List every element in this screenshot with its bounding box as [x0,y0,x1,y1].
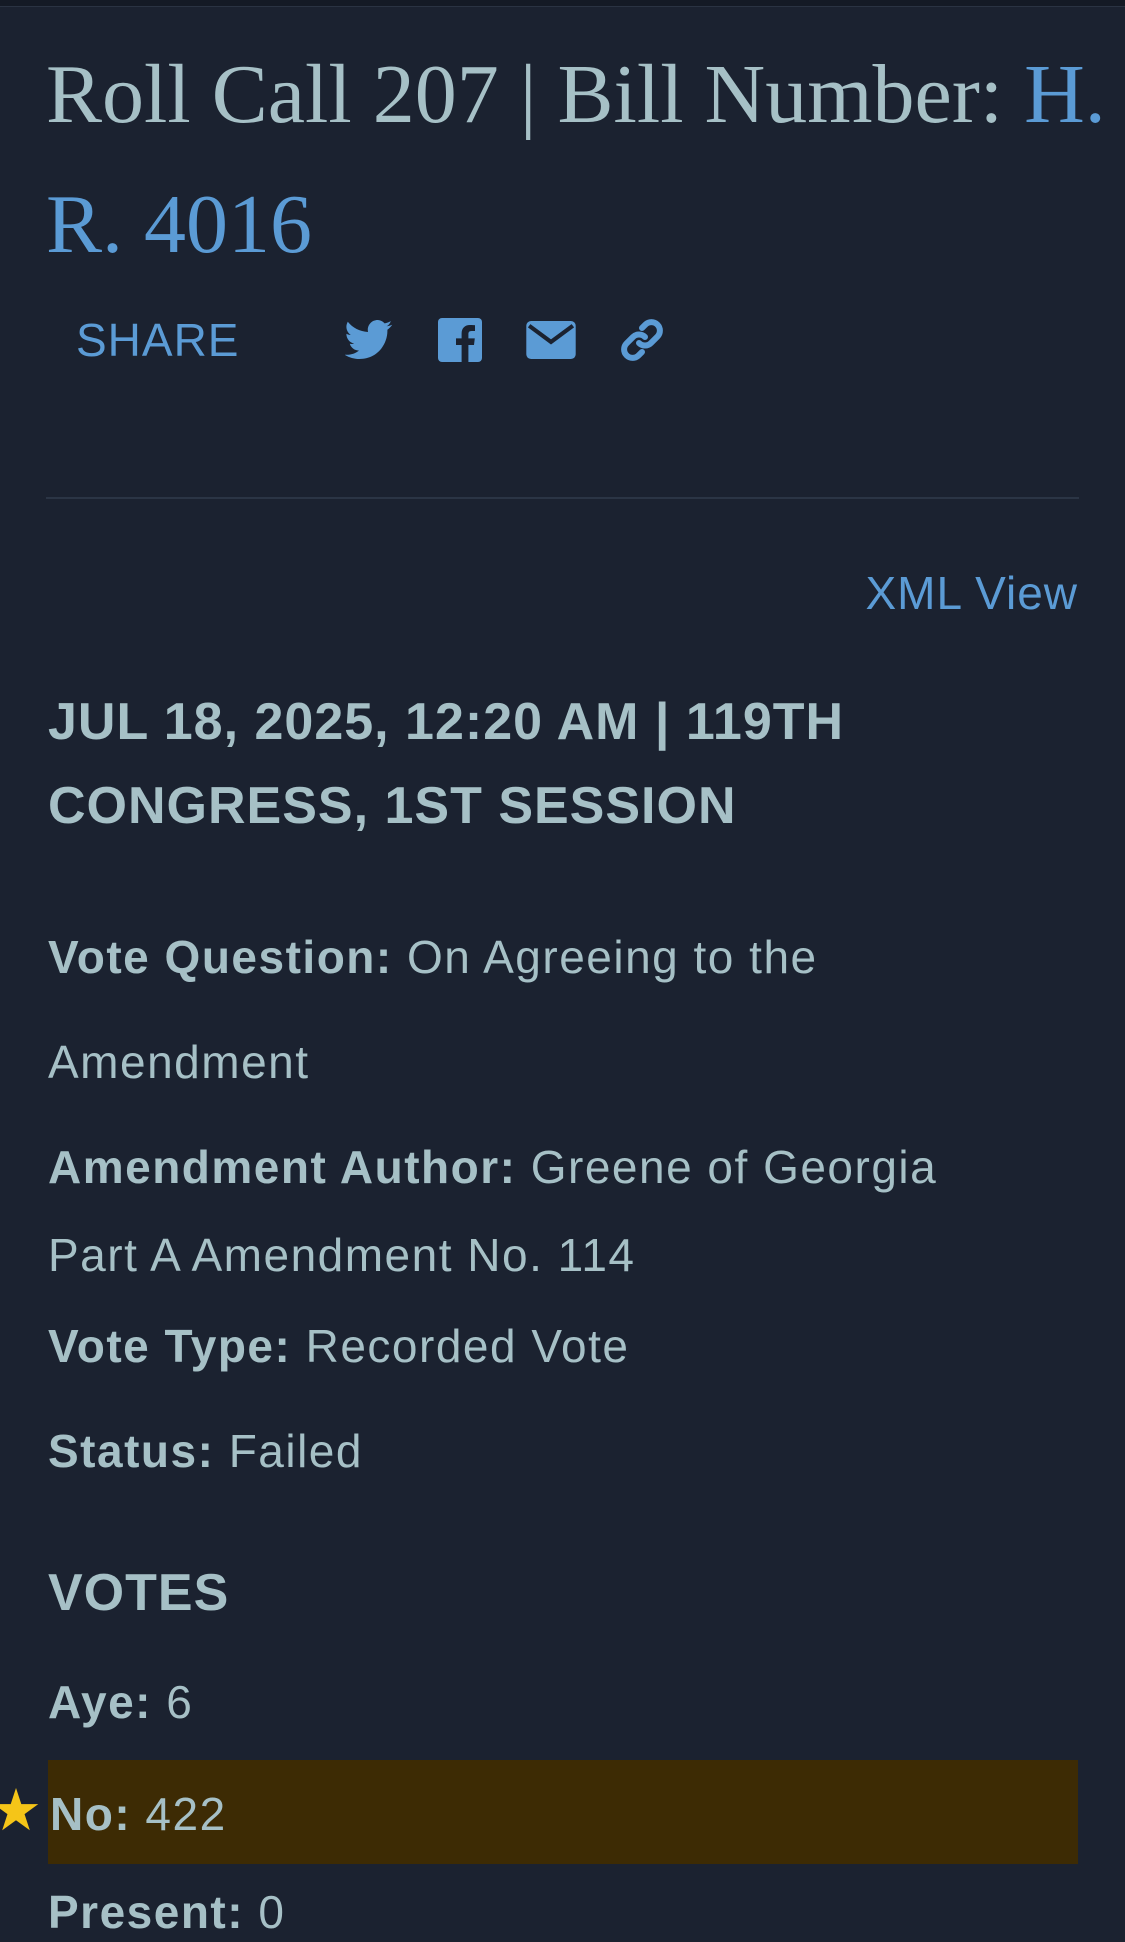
amendment-author-value: Greene of Georgia [530,1141,938,1193]
link-icon[interactable] [616,314,668,366]
aye-value: 6 [166,1676,194,1728]
vote-status: Status: Failed [48,1421,1078,1481]
status-label: Status: [48,1425,215,1477]
twitter-icon[interactable] [343,314,395,366]
amendment-author-label: Amendment Author: [48,1141,517,1193]
amendment-part: Part A Amendment No. 114 [48,1225,1078,1285]
star-icon: ★ [0,1776,42,1844]
title-prefix: Roll Call 207 | Bill Number: [46,48,1025,141]
top-strip [0,0,1125,7]
divider [46,497,1079,499]
no-label: No: [50,1788,132,1840]
vote-row-aye: Aye: 6 [48,1672,1078,1732]
vote-type-label: Vote Type: [48,1320,292,1372]
facebook-icon[interactable] [434,314,486,366]
amendment-author: Amendment Author: Greene of Georgia [48,1115,1078,1220]
votes-heading: VOTES [48,1564,230,1622]
xml-view-link[interactable]: XML View [865,566,1078,620]
email-icon[interactable] [525,314,577,366]
page-title: Roll Call 207 | Bill Number: H. R. 4016 [46,30,1106,290]
vote-type: Vote Type: Recorded Vote [48,1316,1078,1376]
present-label: Present: [48,1886,245,1938]
aye-label: Aye: [48,1676,152,1728]
vote-row-present: Present: 0 [48,1882,1078,1942]
amendment-part-value: Part A Amendment No. 114 [48,1229,636,1281]
vote-type-value: Recorded Vote [305,1320,630,1372]
present-value: 0 [258,1886,286,1938]
vote-date-congress-header: JUL 18, 2025, 12:20 AM | 119TH CONGRESS,… [48,693,845,835]
vote-row-no: No: 422 [48,1760,1078,1864]
share-bar: SHARE [76,310,707,370]
share-label[interactable]: SHARE [76,313,239,367]
vote-question: Vote Question: On Agreeing to the Amendm… [48,905,1078,1115]
no-value: 422 [145,1788,227,1840]
vote-question-label: Vote Question: [48,931,393,983]
status-value: Failed [228,1425,363,1477]
